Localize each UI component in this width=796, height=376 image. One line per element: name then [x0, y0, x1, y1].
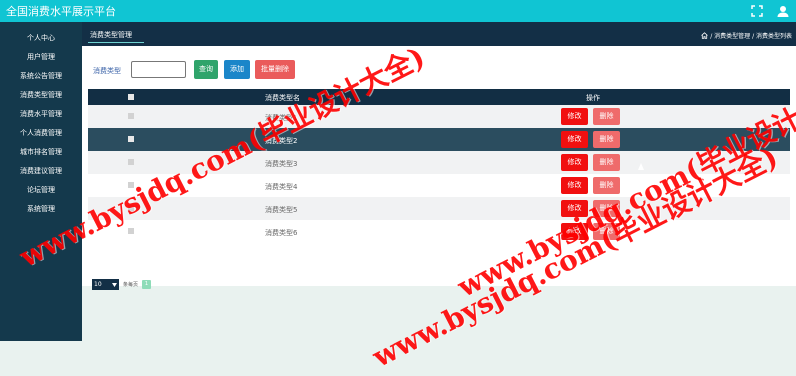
add-button[interactable]: 添加	[224, 60, 250, 79]
user-icon[interactable]	[776, 4, 790, 18]
row-checkbox[interactable]	[128, 113, 134, 119]
type-name-cell: 消费类型2	[265, 137, 298, 145]
table-row: 消费类型4 修改 删除	[88, 174, 790, 197]
sidebar-item-suggestions[interactable]: 消费建议管理	[0, 162, 82, 181]
table-row: 消费类型5 修改 删除	[88, 197, 790, 220]
table-row: 消费类型6 修改 删除	[88, 220, 790, 243]
page-header: 消费类型管理 / 消费类型管理 / 消费类型列表	[82, 22, 796, 46]
top-bar: 全国消费水平展示平台	[0, 0, 796, 22]
delete-button[interactable]: 删除	[593, 154, 620, 171]
row-checkbox[interactable]	[128, 228, 134, 234]
page-size-value: 10	[94, 281, 102, 288]
sidebar-item-personal-center[interactable]: 个人中心	[0, 29, 82, 48]
search-label: 消费类型	[93, 67, 121, 75]
delete-button[interactable]: 删除	[593, 223, 620, 240]
delete-button[interactable]: 删除	[593, 200, 620, 217]
edit-button[interactable]: 修改	[561, 177, 588, 194]
chevron-down-icon	[112, 282, 117, 287]
page-size-select[interactable]: 10	[92, 279, 119, 290]
search-input[interactable]	[131, 61, 186, 78]
sidebar-item-city-ranking[interactable]: 城市排名管理	[0, 143, 82, 162]
edit-button[interactable]: 修改	[561, 108, 588, 125]
breadcrumb: / 消费类型管理 / 消费类型列表	[701, 31, 792, 40]
table-row: 消费类型1 修改 删除	[88, 105, 790, 128]
app-title: 全国消费水平展示平台	[6, 5, 116, 18]
main-area: 消费类型管理 / 消费类型管理 / 消费类型列表 消费类型 查询 添加 批量删除…	[82, 22, 796, 341]
type-name-cell: 消费类型3	[265, 160, 298, 168]
type-name-cell: 消费类型6	[265, 229, 298, 237]
mouse-cursor-icon	[638, 163, 644, 170]
delete-button[interactable]: 删除	[593, 108, 620, 125]
data-table: 消费类型名 操作 消费类型1 修改 删除 消费类型2 修改 删除 消费类型3 修…	[88, 89, 790, 243]
edit-button[interactable]: 修改	[561, 131, 588, 148]
type-name-cell: 消费类型5	[265, 206, 298, 214]
title-underline	[88, 42, 144, 43]
page-number-button[interactable]: 1	[142, 280, 152, 289]
column-header-ops: 操作	[586, 94, 600, 102]
table-row: 消费类型3 修改 删除	[88, 151, 790, 174]
column-header-name: 消费类型名	[265, 94, 300, 102]
edit-button[interactable]: 修改	[561, 154, 588, 171]
type-name-cell: 消费类型1	[265, 114, 298, 122]
sidebar-item-personal-consumption[interactable]: 个人消费管理	[0, 124, 82, 143]
content-panel: 消费类型 查询 添加 批量删除 消费类型名 操作 消费类型1 修改 删除 消费类…	[82, 46, 796, 290]
sidebar-item-forum[interactable]: 论坛管理	[0, 181, 82, 200]
page-title: 消费类型管理	[90, 31, 132, 39]
fullscreen-icon[interactable]	[750, 4, 764, 18]
row-checkbox[interactable]	[128, 136, 134, 142]
search-button[interactable]: 查询	[194, 60, 218, 79]
select-all-checkbox[interactable]	[128, 94, 134, 100]
pagination: 10 条每页 1	[92, 279, 152, 290]
sidebar-item-consumption-types[interactable]: 消费类型管理	[0, 86, 82, 105]
delete-button[interactable]: 删除	[593, 131, 620, 148]
sidebar-item-consumption-levels[interactable]: 消费水平管理	[0, 105, 82, 124]
edit-button[interactable]: 修改	[561, 223, 588, 240]
table-row: 消费类型2 修改 删除	[88, 128, 790, 151]
sidebar-item-users[interactable]: 用户管理	[0, 48, 82, 67]
edit-button[interactable]: 修改	[561, 200, 588, 217]
sidebar-item-announcements[interactable]: 系统公告管理	[0, 67, 82, 86]
type-name-cell: 消费类型4	[265, 183, 298, 191]
sidebar-item-system[interactable]: 系统管理	[0, 200, 82, 219]
home-icon[interactable]	[701, 32, 709, 39]
per-page-label: 条每页	[123, 282, 139, 288]
row-checkbox[interactable]	[128, 159, 134, 165]
breadcrumb-path[interactable]: / 消费类型管理 / 消费类型列表	[710, 31, 792, 40]
top-icons	[750, 4, 790, 18]
table-header: 消费类型名 操作	[88, 89, 790, 105]
batch-delete-button[interactable]: 批量删除	[255, 60, 295, 79]
sidebar: 个人中心 用户管理 系统公告管理 消费类型管理 消费水平管理 个人消费管理 城市…	[0, 22, 82, 341]
row-checkbox[interactable]	[128, 182, 134, 188]
row-checkbox[interactable]	[128, 205, 134, 211]
delete-button[interactable]: 删除	[593, 177, 620, 194]
